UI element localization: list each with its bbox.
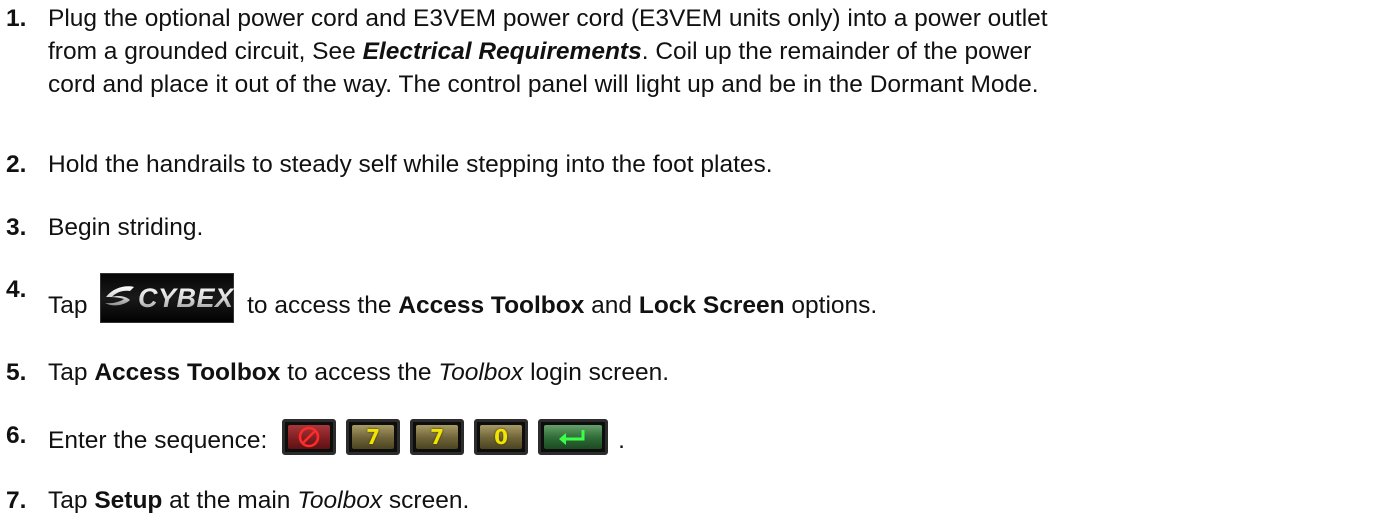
- setup-label: Setup: [94, 487, 163, 514]
- step-text-line: cord and place it out of the way. The co…: [48, 71, 1039, 98]
- step-text-segment: Tap: [48, 487, 95, 514]
- clear-icon: [298, 426, 320, 448]
- digit-key-7: 7: [410, 419, 465, 455]
- step-text: Enter the sequence: 7 7 0.: [48, 419, 1378, 457]
- svg-text:CYBEX: CYBEX: [138, 283, 234, 313]
- lock-screen-label: Lock Screen: [638, 292, 785, 319]
- step-text-segment: options.: [784, 292, 878, 319]
- step-text-segment: to access the: [280, 359, 439, 386]
- step-text-segment: and: [584, 292, 639, 319]
- step-text-line: . Coil up the remainder of the power: [641, 38, 1032, 65]
- toolbox-reference: Toolbox: [438, 359, 524, 386]
- access-toolbox-label: Access Toolbox: [94, 359, 281, 386]
- step-text-segment: login screen.: [523, 359, 670, 386]
- step-number: 6.: [6, 422, 27, 449]
- enter-icon: [559, 430, 585, 445]
- step-text-segment: at the main: [162, 487, 298, 514]
- step-text: Plug the optional power cord and E3VEM p…: [48, 2, 1378, 101]
- electrical-requirements-reference: Electrical Requirements: [362, 38, 642, 65]
- step-text-line: Plug the optional power cord and E3VEM p…: [48, 5, 1048, 32]
- step-text: Hold the handrails to steady self while …: [48, 151, 773, 178]
- step-number: 5.: [6, 359, 27, 386]
- step-number: 3.: [6, 214, 27, 241]
- step-number: 2.: [6, 151, 27, 178]
- cybex-logo-button: CYBEX: [100, 273, 235, 323]
- digit-label: 0: [494, 425, 509, 449]
- clear-key: [282, 419, 337, 455]
- digit-label: 7: [366, 425, 381, 449]
- step-text: Tap CYBEX to access the Access Toolbox a…: [48, 273, 1378, 323]
- digit-key-7: 7: [346, 419, 401, 455]
- step-text-line: from a grounded circuit, See: [48, 38, 363, 65]
- step-text-segment: .: [618, 427, 625, 454]
- step-text-segment: Tap: [48, 359, 95, 386]
- digit-key-0: 0: [474, 419, 529, 455]
- step-text: Tap Access Toolbox to access the Toolbox…: [48, 356, 1378, 389]
- step-text: Tap Setup at the main Toolbox screen.: [48, 484, 1378, 517]
- step-number: 4.: [6, 276, 27, 303]
- step-text-segment: Enter the sequence:: [48, 427, 275, 454]
- step-text-segment: Tap: [48, 292, 95, 319]
- step-text-segment: screen.: [382, 487, 470, 514]
- step-number: 7.: [6, 487, 27, 514]
- digit-label: 7: [430, 425, 445, 449]
- cybex-logo-icon: CYBEX: [105, 283, 234, 313]
- enter-key: [538, 419, 609, 455]
- access-toolbox-label: Access Toolbox: [398, 292, 585, 319]
- toolbox-reference: Toolbox: [297, 487, 383, 514]
- step-number: 1.: [6, 5, 27, 32]
- step-text-segment: to access the: [240, 292, 399, 319]
- step-text: Begin striding.: [48, 214, 204, 241]
